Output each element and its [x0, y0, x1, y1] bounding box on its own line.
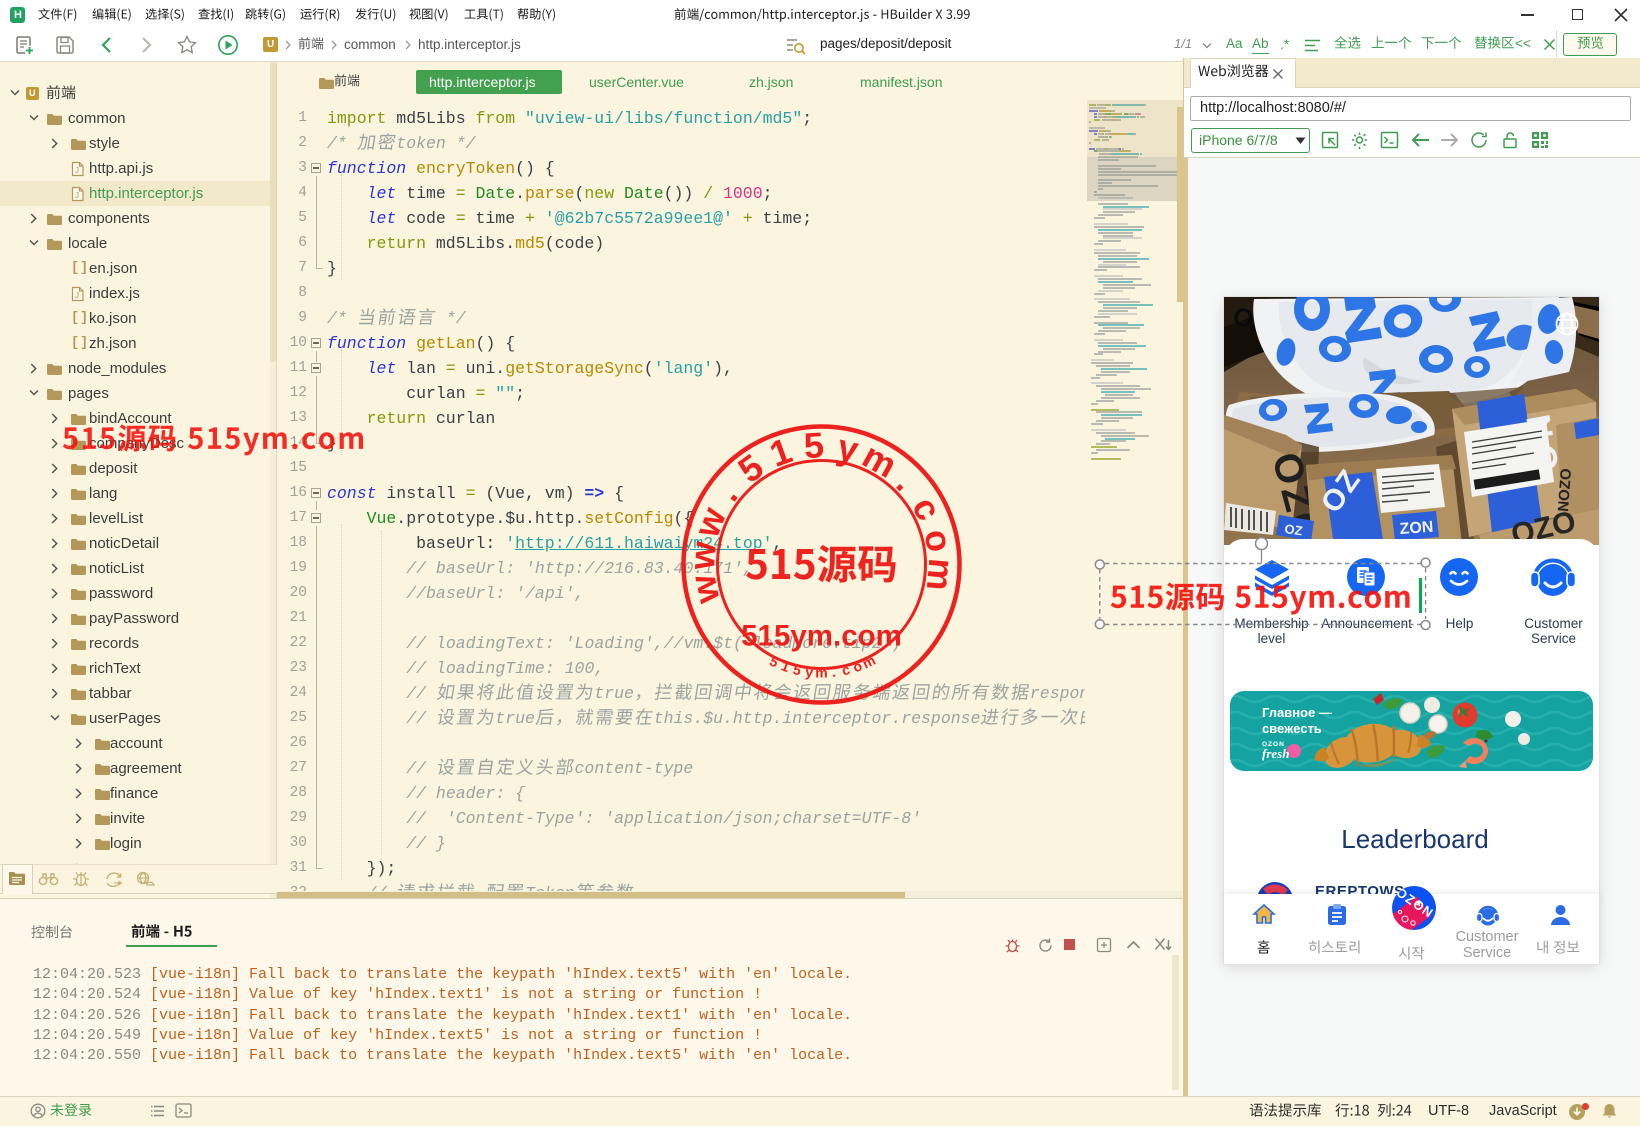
svg-text:w: w: [685, 501, 734, 544]
svg-text:.: .: [889, 463, 925, 499]
svg-text:o: o: [916, 525, 961, 555]
svg-text:J: J: [75, 291, 79, 300]
svg-text:свежесть: свежесть: [1262, 721, 1322, 736]
svg-text:m: m: [815, 665, 827, 681]
svg-text:w: w: [681, 570, 727, 608]
svg-text:fresh: fresh: [1262, 746, 1289, 761]
svg-text:J: J: [75, 191, 79, 200]
svg-text:1: 1: [764, 430, 797, 475]
svg-text:y: y: [805, 663, 815, 680]
svg-text:y: y: [834, 426, 863, 470]
svg-text:.: .: [707, 476, 746, 509]
svg-text:515ym.com: 515ym.com: [741, 620, 902, 653]
svg-text:m: m: [856, 434, 904, 485]
svg-text:5: 5: [731, 446, 771, 491]
svg-text:m: m: [919, 557, 963, 592]
svg-text:5: 5: [803, 424, 826, 466]
svg-text:w: w: [681, 539, 724, 572]
svg-text:c: c: [904, 490, 950, 527]
svg-text:J: J: [75, 166, 79, 175]
svg-text:Главное —: Главное —: [1262, 705, 1332, 720]
